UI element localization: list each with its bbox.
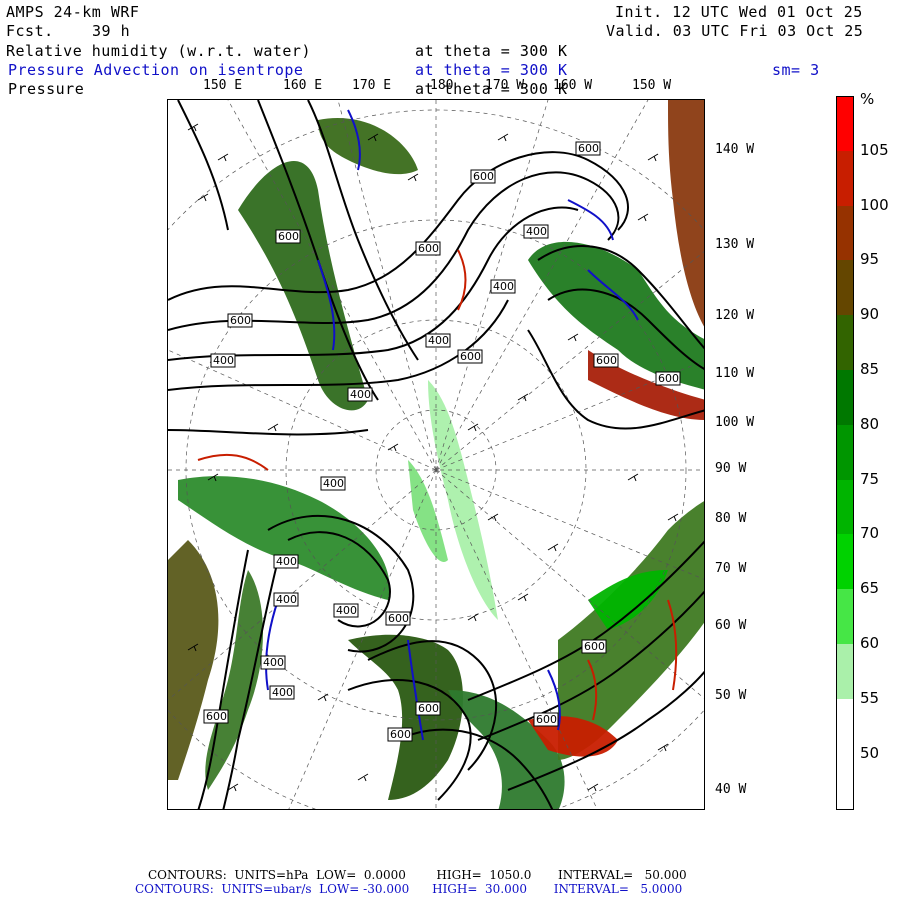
colorbar-tick-label: 60 [860,634,880,652]
map-panel: 600 600 600 400 400 600 400 400 600 400 … [167,99,705,810]
lon-label-130w: 130 W [715,237,755,252]
contour-label: 400 [350,388,371,401]
colorbar-tick-label: 90 [860,305,880,324]
contour-label: 400 [323,477,344,490]
colorbar-cell [836,260,854,316]
colorbar-tick-label: 100 [860,195,889,214]
contour-label: 400 [272,686,293,699]
lon-label-80w: 80 W [715,511,747,526]
colorbar-unit: % [860,90,875,108]
model-title: AMPS 24-km WRF [6,3,140,21]
lon-label-170e: 170 E [352,78,392,93]
field-padv-smoothing: sm= 3 [772,61,820,79]
contour-label: 600 [460,350,481,363]
contour-label: 400 [263,656,284,669]
colorbar-cell [836,479,854,535]
colorbar-cell [836,150,854,207]
colorbar-tick-label: 105 [860,140,889,159]
colorbar-tick-label: 50 [860,743,880,762]
lon-label-170w: 170 W [485,78,525,93]
map-graphics: 600 600 600 400 400 600 400 400 600 400 … [168,100,704,809]
contour-label: 400 [428,334,449,347]
colorbar-cell [836,315,854,371]
field-rh-level: at theta = 300 K [415,42,568,60]
colorbar-cell [836,370,854,426]
contour-label: 600 [390,728,411,741]
lon-label-160w: 160 W [553,78,593,93]
contour-label: 600 [578,142,599,155]
colorbar-cell [836,96,854,153]
field-rh-name: Relative humidity (w.r.t. water) [6,42,311,60]
contour-label: 600 [584,640,605,653]
contour-label: 600 [536,713,557,726]
footer-advection-contours: CONTOURS: UNITS=ubar/s LOW= -30.000 HIGH… [135,882,683,896]
colorbar-cell [836,424,854,481]
lon-label-110w: 110 W [715,366,755,381]
lon-label-120w: 120 W [715,308,755,323]
lon-label-140w: 140 W [715,142,755,157]
field-pressure-name: Pressure [8,80,85,98]
colorbar-cell [836,205,854,261]
contour-label: 600 [230,314,251,327]
valid-time: Valid. 03 UTC Fri 03 Oct 25 [606,22,864,40]
lon-label-150e: 150 E [203,78,243,93]
lon-label-40w: 40 W [715,782,747,797]
colorbar-cell [836,589,854,645]
colorbar-tick-label: 65 [860,579,880,598]
lon-label-70w: 70 W [715,561,747,576]
contour-label: 400 [276,555,297,568]
lon-label-100w: 100 W [715,415,755,430]
footer-pressure-contours: CONTOURS: UNITS=hPa LOW= 0.0000 HIGH= 10… [148,868,687,882]
colorbar-tick-label: 85 [860,360,880,378]
init-time: Init. 12 UTC Wed 01 Oct 25 [615,3,863,21]
forecast-label: Fcst. [6,22,54,40]
colorbar-cell [836,644,854,700]
colorbar-tick-label: 75 [860,469,880,488]
lon-label-50w: 50 W [715,688,747,703]
contour-label: 400 [493,280,514,293]
contour-label: 400 [526,225,547,238]
contour-label: 600 [418,702,439,715]
lon-label-150w: 150 W [632,78,672,93]
contour-label: 600 [278,230,299,243]
forecast-hour: 39 h [92,22,131,40]
field-padv-name: Pressure Advection on isentrope [8,61,304,79]
colorbar-cell [836,698,854,755]
contour-label: 400 [336,604,357,617]
contour-label: 400 [276,593,297,606]
contour-label: 600 [418,242,439,255]
colorbar-tick-label: 80 [860,414,880,433]
contour-label: 400 [213,354,234,367]
contour-label: 600 [596,354,617,367]
field-padv-level: at theta = 300 K [415,61,568,79]
lon-label-90w: 90 W [715,461,747,476]
contour-label: 600 [658,372,679,385]
contour-label: 600 [473,170,494,183]
lon-label-60w: 60 W [715,618,747,633]
lon-label-180: 180 [430,78,454,93]
contour-label: 600 [388,612,409,625]
lon-label-160e: 160 E [283,78,323,93]
contour-label: 600 [206,710,227,723]
colorbar-tick-label: 70 [860,524,880,543]
colorbar-cell [836,753,854,810]
colorbar-tick-label: 55 [860,688,880,707]
colorbar-cell [836,534,854,590]
colorbar-tick-label: 95 [860,250,880,269]
